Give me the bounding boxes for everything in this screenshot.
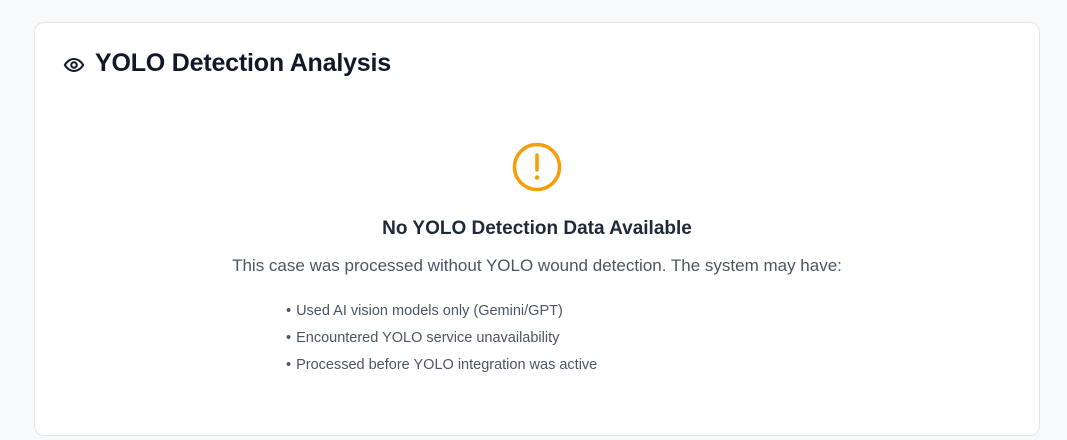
list-item: • Used AI vision models only (Gemini/GPT): [286, 298, 597, 325]
empty-state: No YOLO Detection Data Available This ca…: [35, 141, 1039, 276]
card-header: YOLO Detection Analysis: [63, 49, 391, 78]
bullet: •: [286, 303, 292, 319]
bullet: •: [286, 357, 292, 373]
list-item: • Encountered YOLO service unavailability: [286, 325, 597, 352]
reason-text: Used AI vision models only (Gemini/GPT): [296, 303, 563, 319]
eye-icon: [63, 54, 85, 76]
empty-state-description: This case was processed without YOLO wou…: [232, 256, 842, 275]
reason-text: Encountered YOLO service unavailability: [296, 330, 560, 346]
yolo-analysis-card: YOLO Detection Analysis No YOLO Detectio…: [34, 22, 1040, 436]
reason-text: Processed before YOLO integration was ac…: [296, 357, 598, 373]
empty-state-title: No YOLO Detection Data Available: [382, 218, 692, 239]
card-title: YOLO Detection Analysis: [95, 49, 391, 77]
list-item: • Processed before YOLO integration was a…: [286, 352, 597, 379]
alert-circle-icon: [511, 141, 563, 193]
reason-list: • Used AI vision models only (Gemini/GPT)…: [286, 298, 597, 379]
bullet: •: [286, 330, 292, 346]
